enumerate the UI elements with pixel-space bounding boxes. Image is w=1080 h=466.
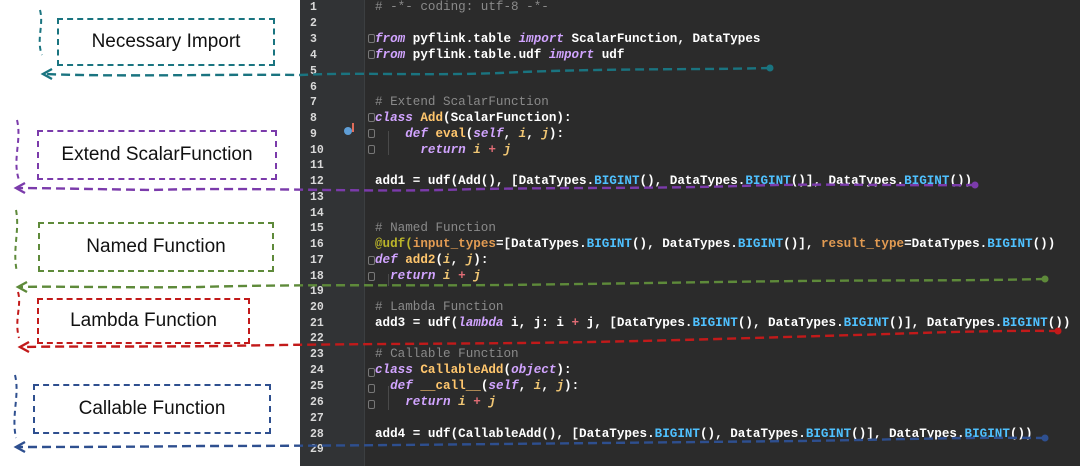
import-connector [44, 66, 771, 77]
connector-arrows [13, 9, 1062, 454]
lambda-side-bracket [16, 291, 21, 339]
extend-side-bracket [15, 119, 20, 181]
extend-connector [17, 183, 976, 192]
import-anchor-dot [766, 64, 774, 72]
callable-connector [17, 436, 1046, 449]
callable-anchor-dot [1041, 434, 1049, 442]
import-side-bracket [38, 9, 43, 56]
lambda-anchor-dot [1054, 327, 1062, 335]
extend-anchor-dot [971, 181, 979, 189]
callable-side-bracket [13, 374, 18, 439]
named-connector [19, 277, 1046, 289]
diagram-canvas: Necessary Import Extend ScalarFunction N… [0, 0, 1080, 466]
lambda-connector [21, 329, 1059, 349]
named-side-bracket [14, 209, 19, 273]
named-anchor-dot [1041, 275, 1049, 283]
